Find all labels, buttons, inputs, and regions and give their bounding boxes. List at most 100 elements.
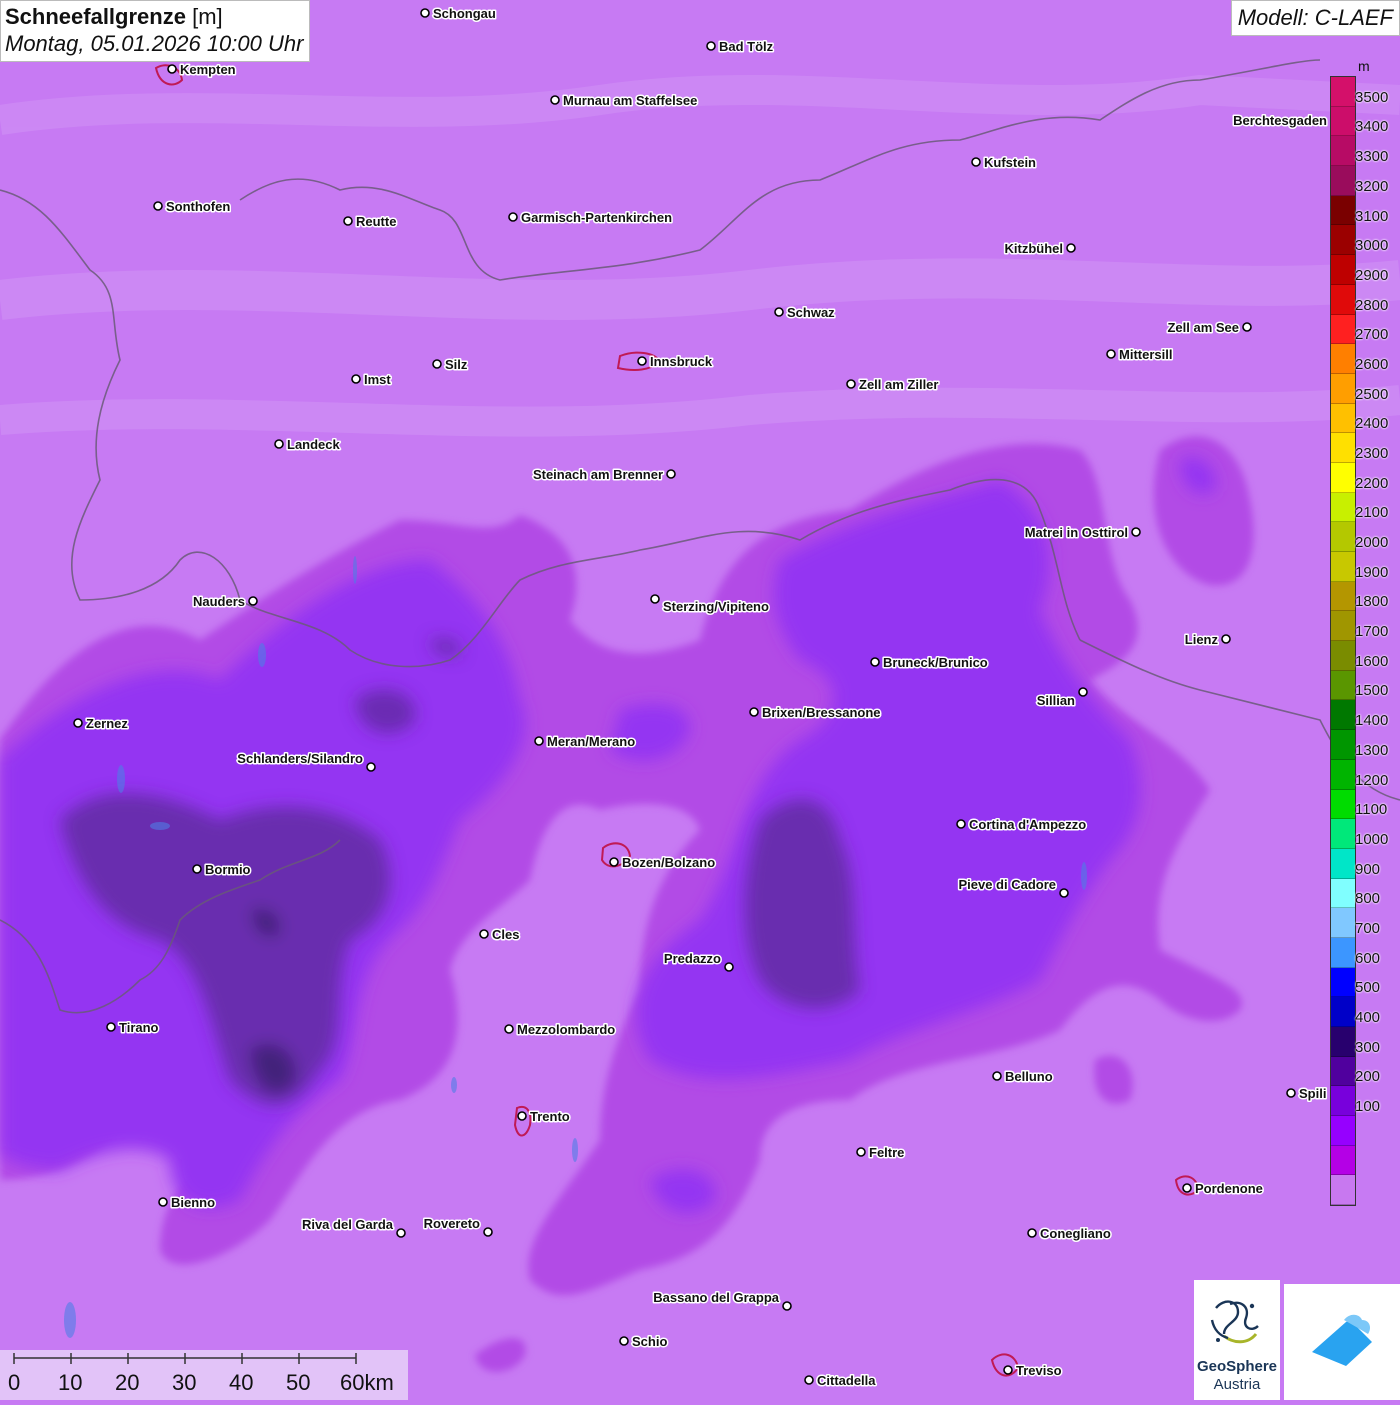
legend-tick-label: 2500 [1355, 385, 1389, 403]
legend-swatch [1331, 314, 1355, 345]
city-meran[interactable]: Meran/Merano [534, 733, 637, 751]
city-conegliano[interactable]: Conegliano [1027, 1225, 1112, 1243]
city-sonthofen[interactable]: Sonthofen [153, 198, 232, 216]
legend-tick-label: 1900 [1355, 563, 1389, 581]
legend-tick-label: 2000 [1355, 534, 1389, 552]
city-label: Belluno [1005, 1069, 1053, 1084]
city-label: Schwaz [787, 305, 835, 320]
legend-tick-label: 3200 [1355, 177, 1389, 195]
legend-tick-label: 2100 [1355, 504, 1389, 522]
legend-swatch [1331, 1027, 1355, 1057]
legend-swatch [1331, 1145, 1355, 1176]
city-label: Matrei in Osttirol [1025, 525, 1128, 540]
map-canvas[interactable]: Schongau Bad Tölz Kempten Murnau am Staffel… [0, 0, 1400, 1400]
city-label: Sonthofen [166, 199, 230, 214]
city-label: Cittadella [817, 1373, 876, 1388]
city-zell-am-see[interactable]: Zell am See [1166, 319, 1252, 337]
legend-tick-label: 1000 [1355, 830, 1389, 848]
city-label: Rovereto [424, 1216, 480, 1231]
city-marker-icon [106, 1022, 116, 1032]
forecast-datetime: Montag, 05.01.2026 10:00 Uhr [5, 31, 304, 56]
city-pordenone[interactable]: Pordenone [1182, 1180, 1264, 1198]
city-label: Lienz [1185, 632, 1219, 647]
app-logo[interactable] [1284, 1284, 1400, 1400]
city-cortina[interactable]: Cortina d'Ampezzo [956, 816, 1088, 834]
legend-swatch [1331, 1175, 1355, 1206]
city-garmisch[interactable]: Garmisch-Partenkirchen [508, 209, 674, 227]
city-label: Landeck [287, 437, 341, 452]
legend-swatch [1331, 819, 1355, 849]
city-label: Zernez [86, 716, 128, 731]
city-berchtesgaden[interactable]: Berchtesgaden [1232, 112, 1340, 130]
city-label: Spili [1299, 1086, 1326, 1101]
city-marker-icon [1242, 322, 1252, 332]
city-label: Murnau am Staffelsee [563, 93, 697, 108]
city-label: Schlanders/Silandro [237, 751, 363, 766]
city-label: Zell am See [1167, 320, 1239, 335]
city-label: Zell am Ziller [859, 377, 938, 392]
legend-swatch [1331, 848, 1355, 879]
city-bruneck[interactable]: Bruneck/Brunico [870, 654, 989, 672]
city-innsbruck[interactable]: Innsbruck [637, 353, 714, 371]
city-marker-icon [508, 212, 518, 222]
logo-line2: Austria [1213, 1376, 1261, 1393]
scale-label: 40 [229, 1370, 254, 1395]
legend-unit: m [1358, 58, 1370, 74]
legend-tick-label: 1600 [1355, 652, 1389, 670]
legend-swatch [1331, 225, 1355, 256]
legend-tick-label: 2400 [1355, 415, 1389, 433]
legend-tick-label: 2300 [1355, 444, 1389, 462]
city-marker-icon [637, 356, 647, 366]
geosphere-emblem-icon [1210, 1300, 1259, 1344]
city-marker-icon [366, 762, 376, 772]
legend-tick-label: 3100 [1355, 207, 1389, 225]
legend-swatch [1331, 403, 1355, 434]
city-label: Cles [492, 927, 519, 942]
city-label: Garmisch-Partenkirchen [521, 210, 672, 225]
city-marker-icon [774, 307, 784, 317]
city-matrei[interactable]: Matrei in Osttirol [1023, 524, 1141, 542]
city-bozen[interactable]: Bozen/Bolzano [609, 854, 717, 872]
scale-label: 50 [286, 1370, 311, 1395]
legend-swatch [1331, 255, 1355, 285]
city-marker-icon [396, 1228, 406, 1238]
legend-swatch [1331, 908, 1355, 938]
city-marker-icon [351, 374, 361, 384]
city-label: Meran/Merano [547, 734, 635, 749]
legend-swatch [1331, 1116, 1355, 1146]
city-marker-icon [724, 962, 734, 972]
city-label: Bruneck/Brunico [883, 655, 988, 670]
legend-swatch [1331, 700, 1355, 731]
legend-tick-label: 3300 [1355, 148, 1389, 166]
legend-swatch [1331, 106, 1355, 137]
city-label: Cortina d'Ampezzo [969, 817, 1086, 832]
city-marker-icon [274, 439, 284, 449]
city-zell-am-ziller[interactable]: Zell am Ziller [846, 376, 940, 394]
legend-tick-label: 3000 [1355, 237, 1389, 255]
map-title: Schneefallgrenze [m] [5, 3, 303, 30]
city-marker-icon [1182, 1183, 1192, 1193]
legend-swatch [1331, 789, 1355, 820]
city-mezzolombardo[interactable]: Mezzolombardo [504, 1021, 617, 1039]
legend-swatch [1331, 284, 1355, 315]
city-marker-icon [343, 216, 353, 226]
geosphere-logo[interactable]: GeoSphere Austria [1194, 1280, 1280, 1400]
city-label: Bormio [205, 862, 251, 877]
city-marker-icon [504, 1024, 514, 1034]
city-marker-icon [666, 469, 676, 479]
city-steinach[interactable]: Steinach am Brenner [531, 466, 676, 484]
city-marker-icon [248, 596, 258, 606]
legend-swatch [1331, 373, 1355, 404]
legend-tick-label: 2900 [1355, 266, 1389, 284]
model-label: Modell: C-LAEF [1230, 0, 1400, 36]
city-marker-icon [1286, 1088, 1296, 1098]
city-schongau[interactable]: Schongau [420, 5, 497, 23]
city-brixen[interactable]: Brixen/Bressanone [749, 704, 882, 722]
legend-swatch [1331, 552, 1355, 582]
city-label: Treviso [1016, 1363, 1062, 1378]
city-marker-icon [192, 864, 202, 874]
city-label: Nauders [193, 594, 245, 609]
city-label: Trento [530, 1109, 570, 1124]
city-marker-icon [1078, 687, 1088, 697]
city-murnau[interactable]: Murnau am Staffelsee [550, 92, 699, 110]
